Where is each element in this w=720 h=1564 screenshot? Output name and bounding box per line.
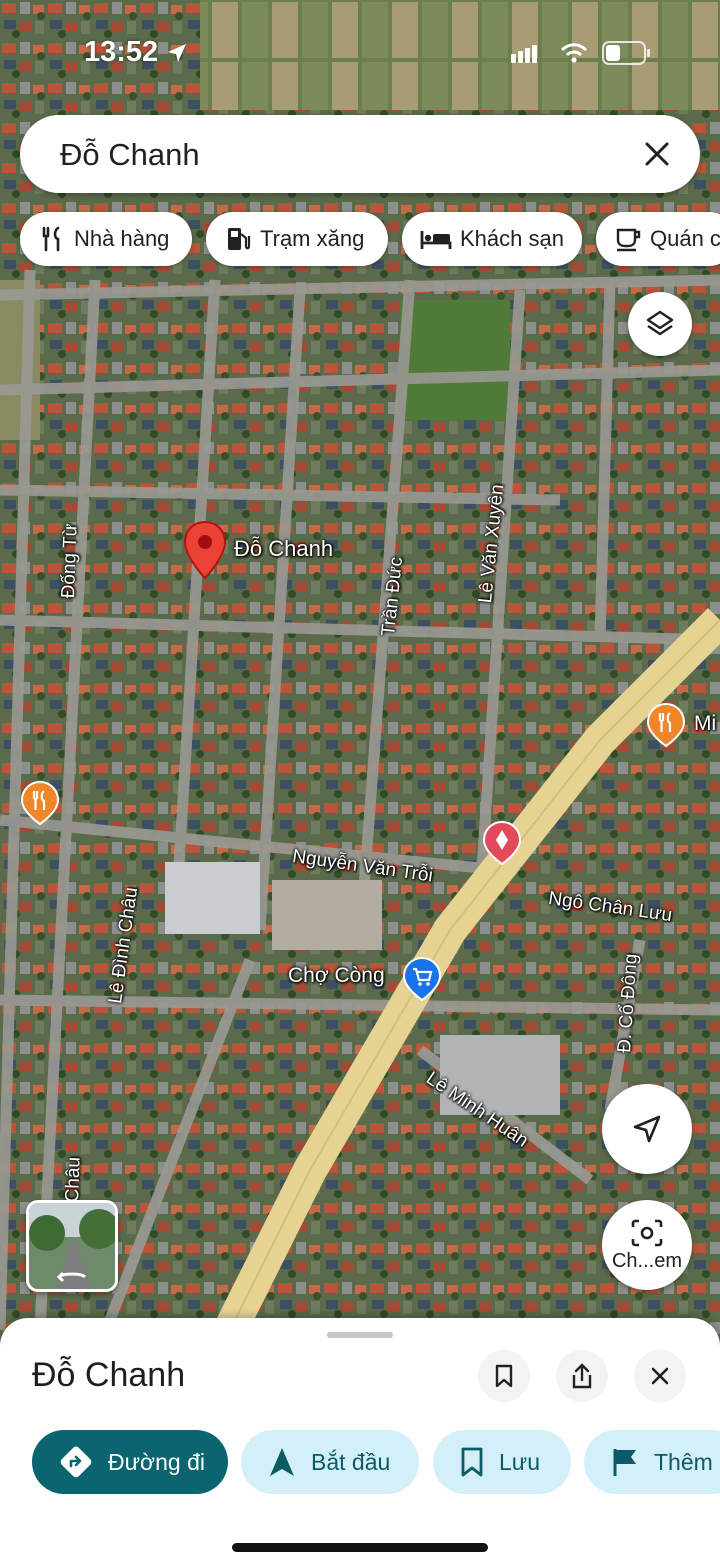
chip-label: Khách sạn	[460, 226, 564, 251]
close-sheet-button[interactable]	[634, 1350, 686, 1402]
category-chips: Nhà hàng Trạm xăng Khách sạn Quán c	[0, 212, 720, 268]
more-button[interactable]: Thêm	[584, 1430, 720, 1494]
shopping-cart-icon	[402, 956, 442, 1002]
directions-icon	[60, 1446, 92, 1478]
chip-hotels[interactable]: Khách sạn	[402, 212, 582, 266]
street-view-thumbnail[interactable]	[26, 1200, 118, 1292]
status-bar: 13:52	[0, 0, 720, 100]
more-label: Thêm	[654, 1448, 713, 1475]
layers-button[interactable]	[628, 292, 692, 356]
save-place-button[interactable]	[478, 1350, 530, 1402]
hotel-icon	[420, 231, 452, 249]
chip-label: Trạm xăng	[260, 226, 365, 251]
save-label: Lưu	[499, 1448, 540, 1475]
navigation-start-icon	[270, 1448, 294, 1476]
restaurant-pin-icon	[646, 702, 686, 748]
close-icon	[651, 1367, 669, 1385]
cellular-signal-icon	[511, 45, 537, 63]
restaurant-poi-right[interactable]	[646, 702, 686, 748]
flag-icon	[613, 1449, 636, 1476]
home-indicator[interactable]	[232, 1543, 488, 1552]
my-location-button[interactable]	[602, 1084, 692, 1174]
gas-station-icon	[228, 228, 251, 250]
bookmark-icon	[461, 1447, 483, 1477]
health-poi[interactable]	[482, 820, 522, 866]
map-pin-icon	[183, 520, 227, 580]
street-label-dong-tu: Đống Từ	[58, 523, 82, 599]
share-icon	[572, 1363, 592, 1389]
health-pin-icon	[482, 820, 522, 866]
battery-icon	[602, 41, 650, 65]
share-button[interactable]	[556, 1350, 608, 1402]
directions-button[interactable]: Đường đi	[32, 1430, 228, 1494]
chip-restaurants[interactable]: Nhà hàng	[20, 212, 192, 266]
restaurant-icon	[42, 226, 60, 252]
status-time: 13:52	[84, 36, 159, 68]
sheet-drag-handle[interactable]	[327, 1332, 393, 1338]
navigation-arrow-icon	[633, 1115, 661, 1143]
search-query[interactable]: Đỗ Chanh	[60, 137, 200, 173]
place-bottom-sheet[interactable]: Đỗ Chanh Đường đi Bắt đầu Lưu Thêm	[0, 1318, 720, 1564]
start-button[interactable]: Bắt đầu	[241, 1430, 419, 1494]
restaurant-poi-left[interactable]	[20, 780, 60, 826]
camera-lens-icon	[631, 1219, 663, 1246]
street-view-image	[29, 1203, 115, 1289]
cafe-icon	[616, 228, 641, 252]
directions-label: Đường đi	[108, 1448, 205, 1475]
pin-label[interactable]: Đỗ Chanh	[234, 536, 333, 562]
street-label-chau: Châu	[62, 1156, 85, 1203]
start-label: Bắt đầu	[311, 1448, 391, 1475]
wifi-icon	[560, 43, 588, 63]
poi-label-cho-cong[interactable]: Chợ Còng	[288, 964, 385, 988]
close-icon[interactable]	[638, 135, 676, 173]
location-arrow-icon	[168, 44, 186, 62]
save-button[interactable]: Lưu	[433, 1430, 571, 1494]
chip-label: Nhà hàng	[74, 226, 170, 251]
search-bar[interactable]: Đỗ Chanh	[20, 115, 700, 193]
chip-gas-stations[interactable]: Trạm xăng	[206, 212, 388, 266]
chip-cafes[interactable]: Quán c	[596, 212, 720, 266]
action-buttons: Đường đi Bắt đầu Lưu Thêm	[0, 1430, 720, 1494]
bookmark-icon	[495, 1364, 513, 1388]
lens-button[interactable]: Ch...em	[602, 1200, 692, 1290]
poi-label-right-partial: Mi	[694, 712, 717, 735]
location-pin[interactable]	[182, 520, 228, 582]
place-title: Đỗ Chanh	[32, 1356, 186, 1394]
lens-label: Ch...em	[611, 1249, 683, 1272]
chip-label: Quán c	[650, 226, 720, 251]
layers-icon	[646, 310, 674, 336]
shop-poi[interactable]	[402, 956, 442, 1002]
restaurant-pin-icon	[20, 780, 60, 826]
